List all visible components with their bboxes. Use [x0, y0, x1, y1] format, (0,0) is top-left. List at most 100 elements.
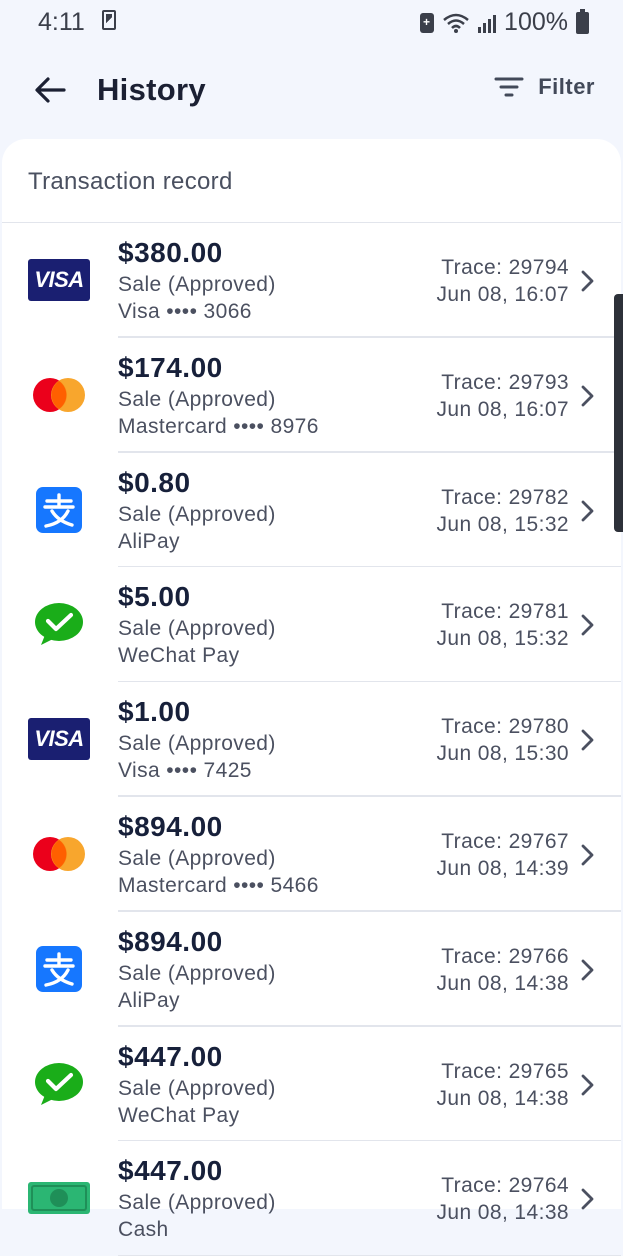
battery-icon: [576, 8, 589, 34]
transaction-datetime: Jun 08, 15:32: [436, 512, 569, 536]
transaction-row-6[interactable]: $894.00 Sale (Approved) Mastercard •••• …: [2, 797, 621, 912]
trace-number: Trace: 29781: [441, 600, 569, 624]
transaction-status: Sale (Approved): [118, 502, 276, 526]
payment-method: AliPay: [118, 529, 180, 553]
trace-number: Trace: 29782: [441, 485, 569, 509]
payment-logo: VISA: [27, 716, 91, 762]
section-header: Transaction record: [2, 139, 621, 223]
filter-button[interactable]: Filter: [494, 74, 595, 100]
mastercard-logo: [33, 836, 85, 871]
status-bar: 4:11 100%: [0, 0, 623, 44]
transaction-card: Transaction record VISA $380.00 Sale (Ap…: [2, 139, 621, 1256]
transaction-amount: $447.00: [118, 1040, 223, 1072]
status-time: 4:11: [38, 8, 85, 36]
chevron-right-icon: [581, 1188, 594, 1210]
signal-icon: [478, 13, 497, 33]
transaction-amount: $894.00: [118, 810, 223, 842]
transaction-amount: $0.80: [118, 466, 191, 498]
chevron-right-icon: [581, 959, 594, 981]
transaction-datetime: Jun 08, 14:38: [436, 971, 569, 995]
trace-number: Trace: 29764: [441, 1174, 569, 1198]
transaction-row-3[interactable]: $0.80 Sale (Approved) AliPay Trace: 2978…: [2, 453, 621, 568]
transaction-row-1[interactable]: VISA $380.00 Sale (Approved) Visa •••• 3…: [2, 223, 621, 338]
transaction-row-4[interactable]: $5.00 Sale (Approved) WeChat Pay Trace: …: [2, 567, 621, 683]
transaction-datetime: Jun 08, 16:07: [436, 397, 569, 421]
transaction-status: Sale (Approved): [118, 617, 276, 641]
mastercard-logo: [33, 377, 85, 412]
transaction-status: Sale (Approved): [118, 961, 276, 985]
trace-number: Trace: 29766: [441, 944, 569, 968]
transaction-row-7[interactable]: $894.00 Sale (Approved) AliPay Trace: 29…: [2, 912, 621, 1027]
payment-logo: [27, 1061, 91, 1107]
payment-logo: [27, 1175, 91, 1221]
transaction-status: Sale (Approved): [118, 273, 276, 296]
chevron-right-icon: [581, 270, 594, 292]
wechat-pay-logo: [35, 603, 83, 646]
transaction-status: Sale (Approved): [118, 1191, 276, 1215]
transaction-row-8[interactable]: $447.00 Sale (Approved) WeChat Pay Trace…: [2, 1027, 621, 1142]
payment-method: WeChat Pay: [118, 1103, 240, 1127]
arrow-left-icon: [35, 77, 66, 103]
page-title: History: [97, 72, 206, 107]
chevron-right-icon: [581, 729, 594, 751]
alipay-logo: [36, 486, 82, 533]
transaction-amount: $5.00: [118, 581, 191, 613]
cash-logo: [28, 1182, 90, 1215]
transaction-datetime: Jun 08, 16:07: [436, 283, 569, 306]
battery-percent: 100%: [504, 8, 568, 36]
payment-method: Visa •••• 7425: [118, 759, 252, 783]
transaction-row-2[interactable]: $174.00 Sale (Approved) Mastercard •••• …: [2, 338, 621, 453]
payment-method: AliPay: [118, 988, 180, 1012]
no-sim-icon: [102, 10, 116, 30]
wechat-pay-logo: [35, 1062, 83, 1105]
transaction-row-9[interactable]: $447.00 Sale (Approved) Cash Trace: 2976…: [2, 1141, 621, 1256]
chevron-right-icon: [581, 385, 594, 407]
transaction-datetime: Jun 08, 14:38: [436, 1086, 569, 1110]
chevron-right-icon: [581, 614, 594, 636]
scrollbar[interactable]: [614, 294, 623, 532]
transaction-amount: $380.00: [118, 237, 223, 268]
transaction-datetime: Jun 08, 15:32: [436, 627, 569, 651]
payment-logo: [27, 945, 91, 992]
chevron-right-icon: [581, 500, 594, 521]
trace-number: Trace: 29780: [441, 715, 569, 739]
trace-number: Trace: 29793: [441, 370, 569, 394]
back-button[interactable]: [30, 70, 70, 110]
transaction-status: Sale (Approved): [118, 387, 276, 411]
transaction-amount: $894.00: [118, 925, 223, 957]
alipay-logo: [36, 945, 82, 992]
transaction-list: VISA $380.00 Sale (Approved) Visa •••• 3…: [2, 223, 621, 1256]
transaction-datetime: Jun 08, 15:30: [436, 742, 569, 766]
transaction-row-5[interactable]: VISA $1.00 Sale (Approved) Visa •••• 742…: [2, 682, 621, 797]
trace-number: Trace: 29765: [441, 1059, 569, 1083]
filter-lines-icon: [494, 77, 524, 97]
status-right: 100%: [420, 8, 589, 37]
payment-logo: VISA: [27, 257, 91, 303]
transaction-datetime: Jun 08, 14:39: [436, 856, 569, 880]
payment-logo: [27, 372, 91, 418]
payment-method: Mastercard •••• 8976: [118, 414, 319, 438]
payment-method: WeChat Pay: [118, 644, 240, 668]
battery-saver-icon: [420, 12, 435, 33]
payment-logo: [27, 601, 91, 647]
trace-number: Trace: 29767: [441, 829, 569, 853]
transaction-amount: $174.00: [118, 351, 223, 383]
transaction-status: Sale (Approved): [118, 846, 276, 870]
trace-number: Trace: 29794: [441, 256, 569, 279]
visa-logo: VISA: [28, 718, 90, 761]
wifi-icon: [443, 13, 469, 33]
transaction-status: Sale (Approved): [118, 1076, 276, 1100]
transaction-amount: $1.00: [118, 696, 191, 728]
transaction-status: Sale (Approved): [118, 732, 276, 756]
payment-logo: [27, 831, 91, 877]
payment-method: Mastercard •••• 5466: [118, 873, 319, 897]
chevron-right-icon: [581, 844, 594, 866]
payment-method: Cash: [118, 1218, 169, 1242]
transaction-amount: $447.00: [118, 1155, 223, 1187]
payment-method: Visa •••• 3066: [118, 300, 252, 323]
transaction-datetime: Jun 08, 14:38: [436, 1201, 569, 1225]
chevron-right-icon: [581, 1074, 594, 1095]
payment-logo: [27, 486, 91, 533]
visa-logo: VISA: [28, 259, 90, 301]
filter-label: Filter: [538, 74, 595, 99]
